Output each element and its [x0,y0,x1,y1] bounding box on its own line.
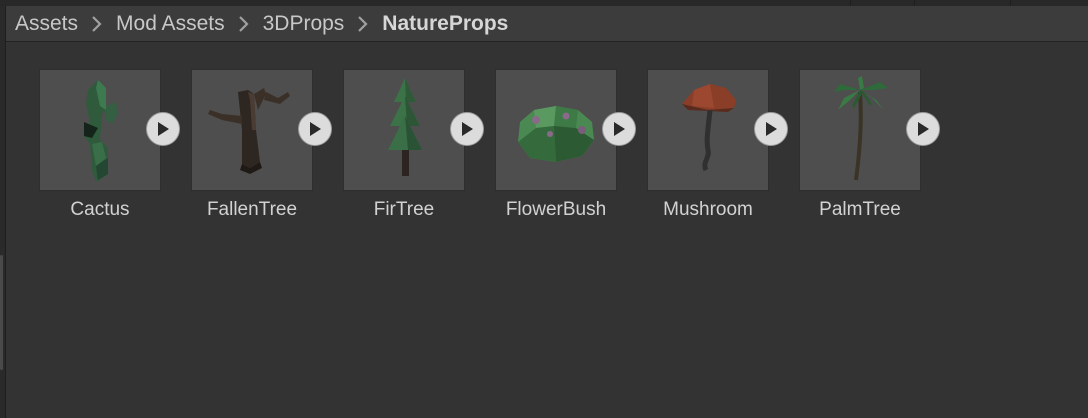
chevron-right-icon [84,14,110,34]
breadcrumb-item-3dprops[interactable]: 3DProps [263,12,345,36]
asset-thumbnail[interactable] [39,69,161,191]
chevron-right-icon [231,14,257,34]
palm-tree-icon [834,76,888,181]
fallen-tree-icon [208,88,290,174]
flower-bush-icon [518,106,594,162]
asset-thumbnail[interactable] [191,69,313,191]
asset-cactus[interactable]: Cactus [39,69,180,229]
asset-palmtree[interactable]: PalmTree [799,69,940,229]
asset-thumbnail[interactable] [799,69,921,191]
project-browser-panel: Assets Mod Assets 3DProps NatureProps Ca… [0,0,1088,418]
asset-label: PalmTree [819,199,901,220]
asset-fallentree[interactable]: FallenTree [191,69,332,229]
breadcrumb-item-natureprops[interactable]: NatureProps [382,12,508,36]
asset-flowerbush[interactable]: FlowerBush [495,69,636,229]
mushroom-icon [682,84,736,172]
play-icon [766,122,777,136]
asset-label: FirTree [373,199,435,220]
breadcrumb-item-assets[interactable]: Assets [15,12,78,36]
asset-label: Cactus [70,199,130,220]
play-button[interactable] [298,112,332,146]
asset-firtree[interactable]: FirTree [343,69,484,229]
scroll-grip[interactable] [0,255,3,370]
breadcrumb: Assets Mod Assets 3DProps NatureProps [6,6,1088,42]
cactus-icon [84,80,118,182]
play-icon [158,122,169,136]
play-icon [462,122,473,136]
asset-mushroom[interactable]: Mushroom [647,69,788,229]
play-icon [310,122,321,136]
play-icon [614,122,625,136]
play-button[interactable] [450,112,484,146]
asset-thumbnail[interactable] [343,69,465,191]
breadcrumb-item-mod-assets[interactable]: Mod Assets [116,12,225,36]
fir-tree-icon [388,78,422,176]
play-icon [918,122,929,136]
asset-label: FallenTree [206,199,298,220]
play-button[interactable] [754,112,788,146]
play-button[interactable] [906,112,940,146]
asset-label: Mushroom [663,199,753,220]
asset-thumbnail[interactable] [647,69,769,191]
play-button[interactable] [602,112,636,146]
asset-thumbnail[interactable] [495,69,617,191]
play-button[interactable] [146,112,180,146]
chevron-right-icon [350,14,376,34]
asset-label: FlowerBush [505,199,607,220]
